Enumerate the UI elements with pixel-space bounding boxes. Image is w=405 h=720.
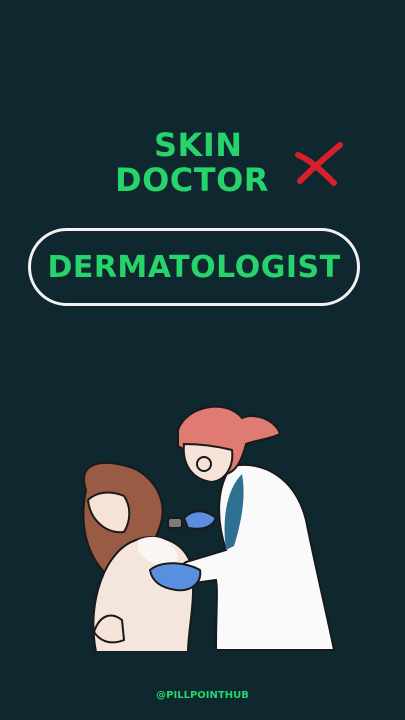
doctor-examining-patient-illustration [82, 405, 336, 652]
answer-pill: DERMATOLOGIST [28, 228, 360, 306]
doctor-face [182, 442, 234, 484]
dermatoscope [167, 517, 183, 529]
heading-doctor: DOCTOR [115, 161, 269, 199]
heading-skin: SKIN [154, 126, 243, 164]
footer-handle: @PILLPOINTHUB [156, 690, 249, 701]
cross-mark-icon [295, 142, 343, 186]
answer-label: DERMATOLOGIST [47, 249, 341, 285]
doctor-gloved-hand-upper [182, 510, 218, 530]
doctor-coat [177, 464, 336, 651]
